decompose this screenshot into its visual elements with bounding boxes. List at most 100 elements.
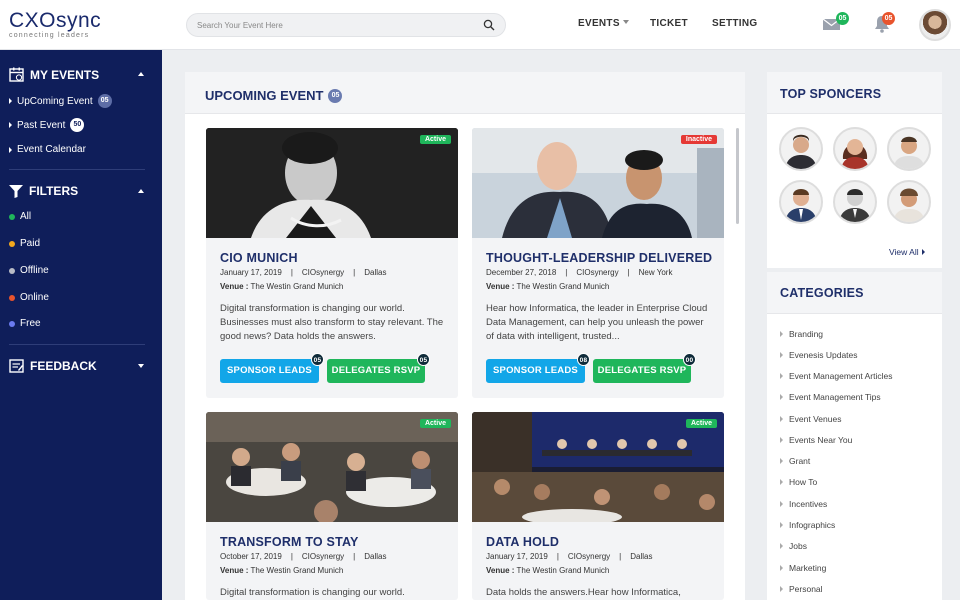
delegates-rsvp-button[interactable]: DELEGATES RSVP 05 [327,353,430,383]
category-link[interactable]: Events Near You [780,435,852,445]
chevron-down-icon [622,20,629,24]
user-avatar[interactable] [919,9,951,41]
event-description: Hear how Informatica, the leader in Ente… [486,303,708,342]
nav-events[interactable]: EVENTS [578,18,629,29]
category-link[interactable]: Evenesis Updates [780,350,858,360]
bullet-icon [780,586,783,592]
category-link[interactable]: Personal [780,584,823,594]
event-card[interactable]: Active TRANSFORM TO STAY October 17, 201… [206,412,458,600]
sidebar-item-past-event[interactable]: Past Event 50 [9,118,85,132]
event-image: Active [472,412,724,522]
event-card[interactable]: Active DATA HOLD January 17, 2019 | CIOsyn… [472,412,724,600]
venue-name: The Westin Grand Munich [250,566,344,575]
filters-header[interactable]: FILTERS [9,184,78,198]
search-input[interactable] [197,18,467,32]
sponsor-leads-button[interactable]: SPONSOR LEADS 08 [486,353,590,383]
bullet-icon [780,458,783,464]
logo[interactable]: CXOsync connecting leaders [9,10,101,40]
status-badge: Active [419,135,451,144]
category-link[interactable]: Event Venues [780,414,841,424]
collapse-icon[interactable] [138,189,144,193]
panel-title: CATEGORIES [780,286,864,300]
search-icon[interactable] [483,19,495,31]
category-label: Event Management Tips [789,392,881,402]
mail-badge: 05 [836,12,849,25]
expand-icon[interactable] [138,364,144,368]
view-all-link[interactable]: View All [889,247,925,257]
category-link[interactable]: Event Management Tips [780,392,881,402]
bullet-icon [780,394,783,400]
event-title[interactable]: DATA HOLD [486,535,559,549]
category-link[interactable]: Marketing [780,563,826,573]
category-link[interactable]: Event Management Articles [780,371,892,381]
feedback-header[interactable]: FEEDBACK [9,359,97,373]
event-image: Active [206,128,458,238]
bullet-icon [780,437,783,443]
event-meta: January 17, 2019 | CIOsynergy | Dallas [220,268,386,277]
separator: | [290,268,293,277]
category-label: Event Venues [789,414,842,424]
mail-button[interactable]: 05 [822,12,849,38]
bullet-icon [780,373,783,379]
event-meta: December 27, 2018 | CIOsynergy | New York [486,268,672,277]
category-link[interactable]: Infographics [780,520,835,530]
event-city: Dallas [364,552,387,561]
status-dot [9,240,15,247]
event-venue: Venue : The Westin Grand Munich [486,566,609,575]
venue-name: The Westin Grand Munich [516,282,610,291]
event-title[interactable]: TRANSFORM TO STAY [220,535,359,549]
notifications-button[interactable]: 05 [874,12,896,37]
category-link[interactable]: Incentives [780,499,827,509]
count-badge: 50 [70,118,85,132]
sponsor-avatar[interactable] [833,127,877,171]
sidebar-item-label: Event Calendar [17,144,86,155]
category-label: How To [789,477,818,487]
event-meta: October 17, 2019 | CIOsynergy | Dallas [220,552,386,561]
sidebar-item-label: UpComing Event [17,95,93,107]
event-card[interactable]: Inactive THOUGHT-LEADERSHIP DELIVERED De… [472,128,724,398]
bullet-icon [780,565,783,571]
delegates-rsvp-button[interactable]: DELEGATES RSVP 00 [593,353,696,383]
category-label: Evenesis Updates [789,350,858,360]
filter-all[interactable]: All [9,211,31,222]
event-venue: Venue : The Westin Grand Munich [486,282,609,291]
calendar-icon [9,67,24,82]
filter-paid[interactable]: Paid [9,238,40,249]
notification-badge: 05 [882,12,895,25]
filters-title: FILTERS [29,184,79,198]
event-title[interactable]: THOUGHT-LEADERSHIP DELIVERED [486,251,712,265]
status-dot [9,267,15,274]
event-date: December 27, 2018 [486,268,557,277]
category-link[interactable]: How To [780,477,817,487]
sidebar-item-event-calendar[interactable]: Event Calendar [9,144,86,155]
category-label: Personal [789,584,823,594]
sponsor-leads-button[interactable]: SPONSOR LEADS 05 [220,353,324,383]
collapse-icon[interactable] [138,72,144,76]
event-title[interactable]: CIO MUNICH [220,251,298,265]
sponsor-avatar[interactable] [887,180,931,224]
venue-name: The Westin Grand Munich [516,566,610,575]
filter-online[interactable]: Online [9,292,49,303]
logo-tagline: connecting leaders [9,32,90,39]
category-link[interactable]: Branding [780,329,823,339]
sidebar-item-upcoming-event[interactable]: UpComing Event 05 [9,94,112,108]
event-date: October 17, 2019 [220,552,282,561]
event-card[interactable]: Active CIO MUNICH January 17, 2019 | CIOsy… [206,128,458,398]
my-events-header[interactable]: MY EVENTS [9,67,99,82]
count-badge: 00 [683,353,696,366]
category-label: Grant [789,456,811,466]
venue-label: Venue : [220,566,249,575]
sponsor-avatar[interactable] [833,180,877,224]
filter-free[interactable]: Free [9,318,41,329]
event-city: New York [638,268,673,277]
scrollbar[interactable] [736,128,739,224]
nav-ticket[interactable]: TICKET [650,18,688,29]
sponsor-avatar[interactable] [887,127,931,171]
sponsor-avatar[interactable] [779,180,823,224]
filter-offline[interactable]: Offline [9,265,49,276]
separator: | [565,268,568,277]
sponsor-avatar[interactable] [779,127,823,171]
nav-setting[interactable]: SETTING [712,18,757,29]
category-link[interactable]: Grant [780,456,810,466]
category-link[interactable]: Jobs [780,541,807,551]
